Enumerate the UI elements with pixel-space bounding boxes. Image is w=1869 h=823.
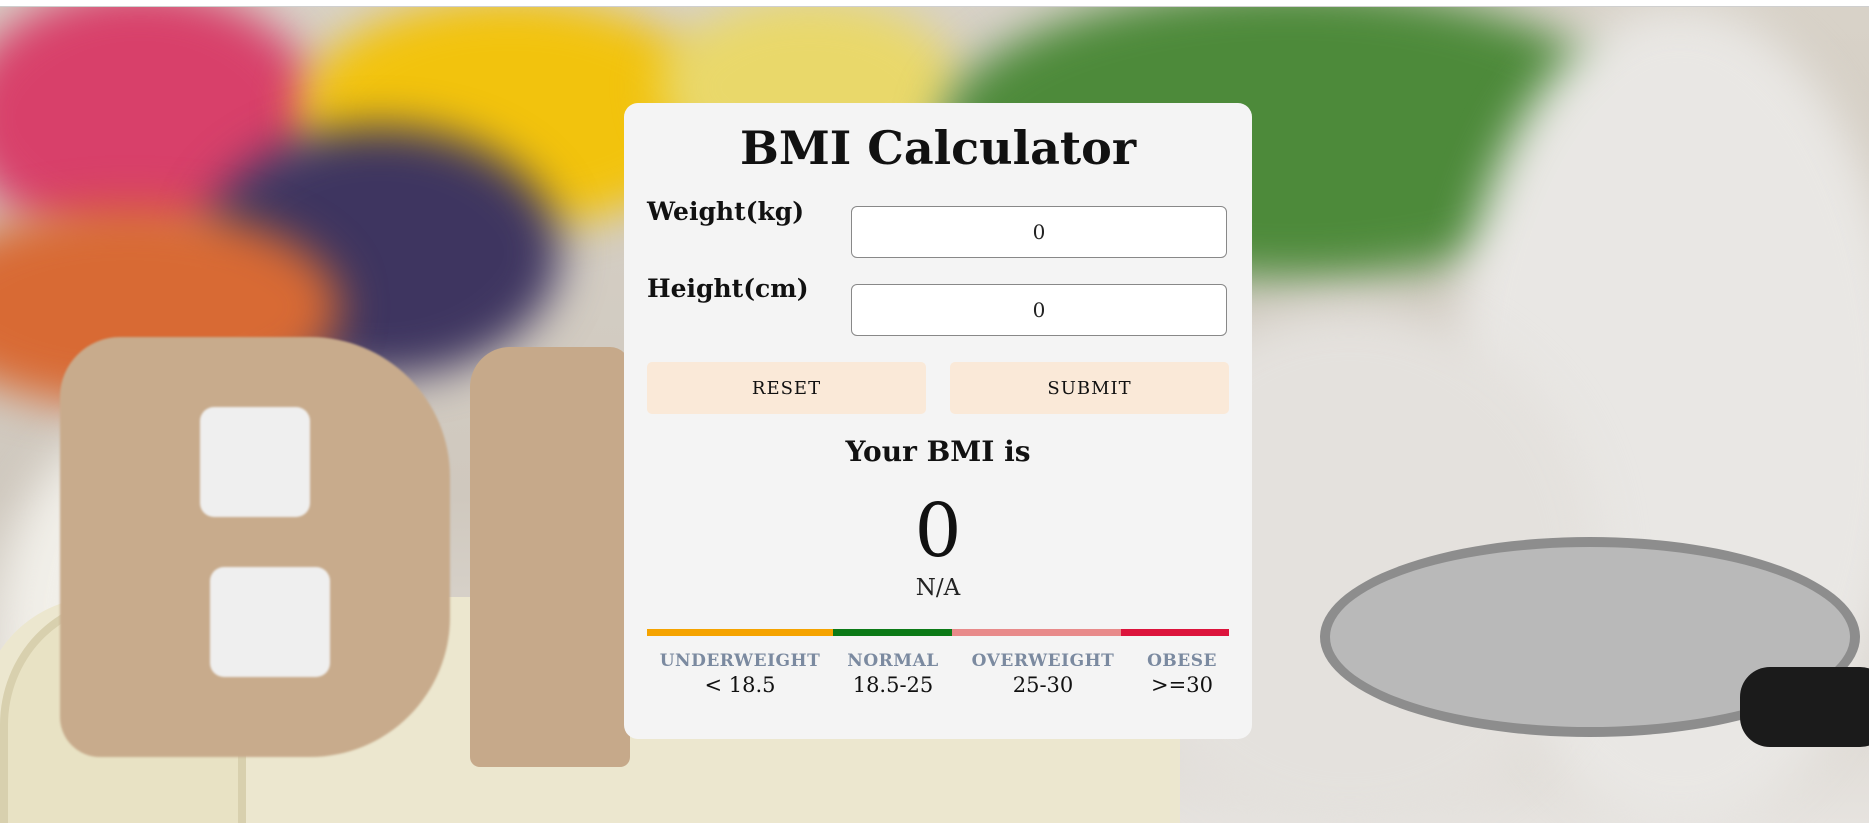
scale-segment-underweight (647, 629, 833, 636)
legend-overweight: OVERWEIGHT 25-30 (962, 651, 1124, 697)
legend-underweight: UNDERWEIGHT < 18.5 (657, 651, 823, 697)
legend-name: OBESE (1147, 651, 1217, 671)
bmi-calculator-card: BMI Calculator Weight(kg) Height(cm) RES… (624, 103, 1252, 739)
bmi-value: 0 (914, 488, 962, 574)
result-heading: Your BMI is (845, 435, 1031, 468)
legend-range: 18.5-25 (852, 673, 934, 697)
weight-label: Weight(kg) (647, 197, 805, 226)
legend-range: 25-30 (1012, 673, 1074, 697)
scale-segment-normal (833, 629, 952, 636)
reset-button[interactable]: RESET (647, 362, 926, 414)
height-label: Height(cm) (647, 274, 809, 303)
submit-button[interactable]: SUBMIT (950, 362, 1229, 414)
bmi-scale-bar (647, 629, 1229, 636)
height-input[interactable] (851, 284, 1227, 336)
legend-range: < 18.5 (704, 673, 776, 697)
legend-obese: OBESE >=30 (1137, 651, 1227, 697)
legend-name: OVERWEIGHT (971, 651, 1115, 671)
legend-range: >=30 (1151, 673, 1213, 697)
scale-segment-overweight (952, 629, 1121, 636)
scale-segment-obese (1121, 629, 1229, 636)
weight-input[interactable] (851, 206, 1227, 258)
bmi-status: N/A (915, 575, 961, 601)
browser-top-edge (0, 0, 1869, 7)
page-title: BMI Calculator (739, 121, 1137, 175)
legend-normal: NORMAL 18.5-25 (838, 651, 948, 697)
legend-name: NORMAL (847, 651, 939, 671)
legend-name: UNDERWEIGHT (659, 651, 821, 671)
